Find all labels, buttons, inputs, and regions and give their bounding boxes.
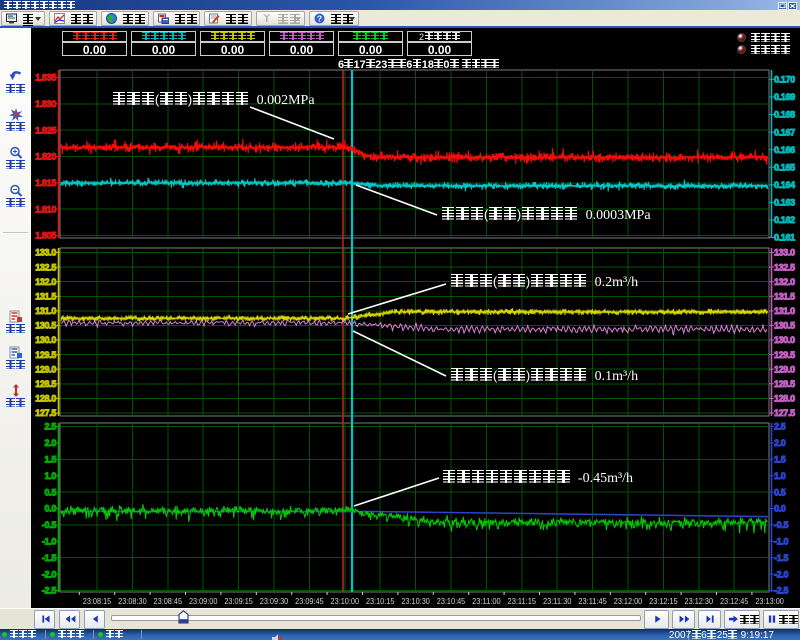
svg-text:-2.0: -2.0 <box>42 569 56 579</box>
svg-text:129.5: 129.5 <box>35 350 56 360</box>
svg-text:129.5: 129.5 <box>774 350 795 360</box>
svg-text:0.168: 0.168 <box>774 110 795 120</box>
svg-text:2.5: 2.5 <box>774 422 786 432</box>
svg-text:23:10:00: 23:10:00 <box>331 596 360 606</box>
svg-text:132.5: 132.5 <box>774 262 795 272</box>
svg-text:-2.5: -2.5 <box>42 586 56 596</box>
svg-text:1.830: 1.830 <box>35 99 56 109</box>
svg-text:2.0: 2.0 <box>774 438 786 448</box>
svg-text:0.170: 0.170 <box>774 75 795 85</box>
svg-text:127.5: 127.5 <box>35 408 56 418</box>
svg-text:128.0: 128.0 <box>35 394 56 404</box>
svg-text:23:10:15: 23:10:15 <box>366 596 395 606</box>
svg-text:2.0: 2.0 <box>45 438 57 448</box>
svg-text:1.835: 1.835 <box>35 73 56 83</box>
svg-text:23:09:00: 23:09:00 <box>189 596 218 606</box>
svg-text:0.0: 0.0 <box>45 504 57 514</box>
svg-text:?: ? <box>317 14 322 24</box>
svg-text:0.5: 0.5 <box>45 487 57 497</box>
svg-text:1.0: 1.0 <box>45 471 57 481</box>
svg-text:133.0: 133.0 <box>774 248 795 258</box>
svg-text:23:10:30: 23:10:30 <box>401 596 430 606</box>
svg-text:-0.5: -0.5 <box>42 520 56 530</box>
svg-text:1.5: 1.5 <box>45 455 57 465</box>
svg-text:0.164: 0.164 <box>774 180 795 190</box>
svg-text:133.0: 133.0 <box>35 248 56 258</box>
svg-text:1.825: 1.825 <box>35 125 56 135</box>
svg-text:128.5: 128.5 <box>35 379 56 389</box>
svg-text:1.815: 1.815 <box>35 178 56 188</box>
svg-text:-0.5: -0.5 <box>774 520 788 530</box>
svg-text:23:12:00: 23:12:00 <box>614 596 643 606</box>
svg-text:0.166: 0.166 <box>774 145 795 155</box>
svg-text:23:11:30: 23:11:30 <box>543 596 572 606</box>
svg-text:0.162: 0.162 <box>774 215 795 225</box>
svg-text:1.810: 1.810 <box>35 204 56 214</box>
svg-text:-2.5: -2.5 <box>774 586 788 596</box>
svg-text:0.167: 0.167 <box>774 127 795 137</box>
svg-text:130.0: 130.0 <box>35 335 56 345</box>
svg-text:23:09:45: 23:09:45 <box>295 596 324 606</box>
svg-text:132.5: 132.5 <box>35 262 56 272</box>
svg-text:131.0: 131.0 <box>35 306 56 316</box>
svg-text:1.5: 1.5 <box>774 455 786 465</box>
svg-text:23:08:45: 23:08:45 <box>154 596 183 606</box>
svg-text:130.0: 130.0 <box>774 335 795 345</box>
svg-text:23:09:30: 23:09:30 <box>260 596 289 606</box>
svg-text:0.163: 0.163 <box>774 198 795 208</box>
svg-text:-1.0: -1.0 <box>42 537 56 547</box>
svg-text:-1.5: -1.5 <box>42 553 56 563</box>
svg-text:23:13:00: 23:13:00 <box>755 596 784 606</box>
svg-text:23:11:45: 23:11:45 <box>578 596 607 606</box>
svg-text:130.5: 130.5 <box>35 321 56 331</box>
svg-text:0.0: 0.0 <box>774 504 786 514</box>
svg-text:128.0: 128.0 <box>774 394 795 404</box>
svg-text:132.0: 132.0 <box>774 277 795 287</box>
svg-text:2.5: 2.5 <box>45 422 57 432</box>
svg-text:1.820: 1.820 <box>35 152 56 162</box>
svg-text:23:11:15: 23:11:15 <box>508 596 537 606</box>
svg-text:-2.0: -2.0 <box>774 569 788 579</box>
svg-text:1.805: 1.805 <box>35 231 56 241</box>
svg-text:0.165: 0.165 <box>774 162 795 172</box>
svg-text:0.169: 0.169 <box>774 92 795 102</box>
svg-text:127.5: 127.5 <box>774 408 795 418</box>
svg-text:23:10:45: 23:10:45 <box>437 596 466 606</box>
svg-text:128.5: 128.5 <box>774 379 795 389</box>
svg-text:1.0: 1.0 <box>774 471 786 481</box>
svg-text:23:11:00: 23:11:00 <box>472 596 501 606</box>
svg-text:129.0: 129.0 <box>35 364 56 374</box>
svg-text:131.0: 131.0 <box>774 306 795 316</box>
svg-text:23:12:15: 23:12:15 <box>649 596 678 606</box>
svg-text:23:08:30: 23:08:30 <box>118 596 147 606</box>
svg-text:130.5: 130.5 <box>774 321 795 331</box>
svg-text:23:12:45: 23:12:45 <box>720 596 749 606</box>
svg-text:131.5: 131.5 <box>35 292 56 302</box>
svg-text:-1.5: -1.5 <box>774 553 788 563</box>
svg-text:0.161: 0.161 <box>774 233 795 243</box>
svg-text:129.0: 129.0 <box>774 364 795 374</box>
svg-text:23:09:15: 23:09:15 <box>224 596 253 606</box>
svg-text:-1.0: -1.0 <box>774 537 788 547</box>
svg-text:131.5: 131.5 <box>774 292 795 302</box>
svg-text:0.5: 0.5 <box>774 487 786 497</box>
svg-text:132.0: 132.0 <box>35 277 56 287</box>
svg-text:23:08:15: 23:08:15 <box>83 596 112 606</box>
svg-text:23:12:30: 23:12:30 <box>685 596 714 606</box>
